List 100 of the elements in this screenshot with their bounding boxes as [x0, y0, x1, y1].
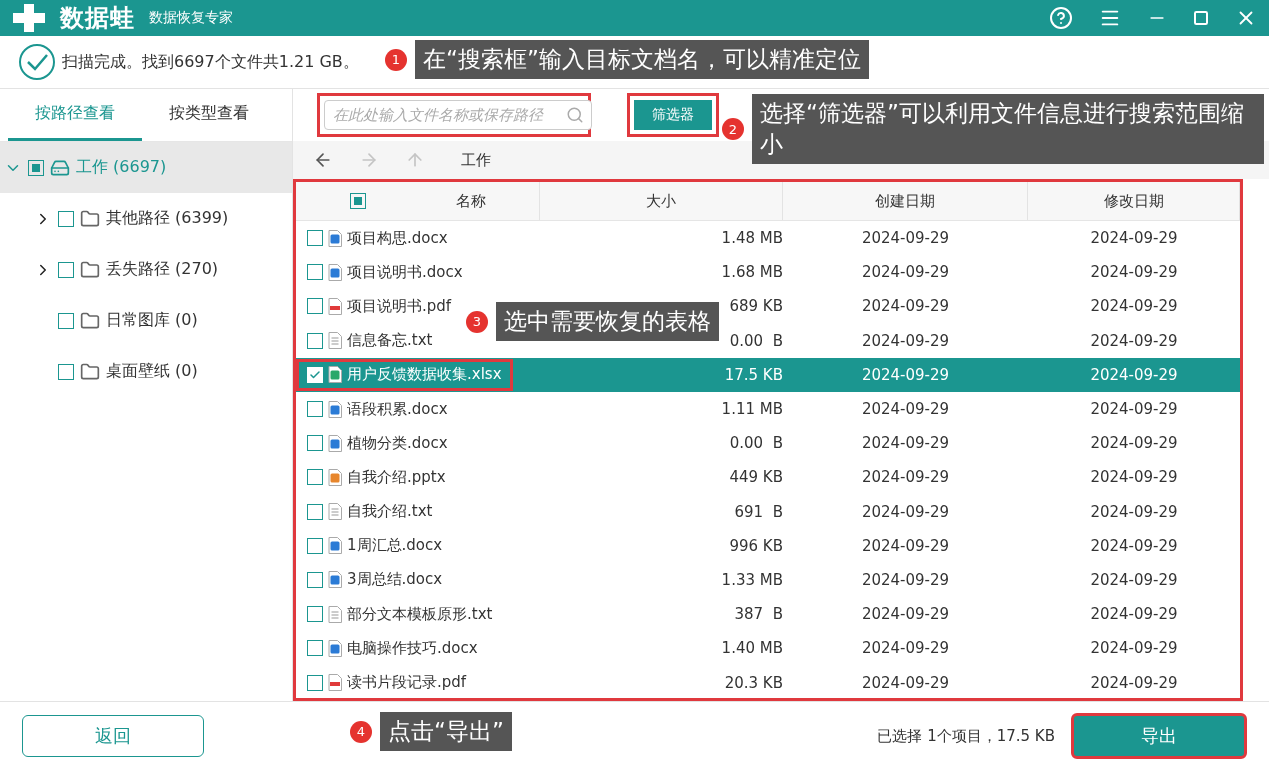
- created-date: 2024-09-29: [860, 605, 951, 624]
- step-number-badge: 2: [722, 118, 744, 141]
- back-button[interactable]: 返回: [22, 715, 204, 757]
- file-size: 0.00 B: [728, 331, 783, 350]
- file-size: 691 B: [733, 502, 783, 521]
- file-name: 读书片段记录.pdf: [347, 673, 467, 693]
- callout-text: 选择“筛选器”可以利用文件信息进行搜索范围缩小: [752, 94, 1264, 165]
- export-button[interactable]: 导出: [1071, 713, 1247, 759]
- modified-date: 2024-09-29: [1089, 400, 1179, 419]
- scan-status-text: 扫描完成。找到6697个文件共1.21 GB。: [62, 51, 359, 73]
- file-size: 17.5 KB: [723, 365, 783, 384]
- modified-date: 2024-09-29: [1089, 639, 1179, 658]
- pdf-file-icon: [328, 297, 342, 315]
- step-number-badge: 1: [385, 48, 407, 71]
- checkbox[interactable]: [349, 193, 366, 209]
- column-header[interactable]: 修改日期: [1028, 182, 1240, 220]
- folder-icon: [80, 259, 100, 280]
- modified-date: 2024-09-29: [1089, 502, 1179, 521]
- step-number-badge: 4: [350, 720, 372, 743]
- callout-text: 点击“导出”: [380, 712, 512, 752]
- checkbox[interactable]: [307, 571, 323, 588]
- created-date: 2024-09-29: [860, 570, 951, 589]
- file-size: 996 KB: [728, 536, 783, 555]
- checkbox[interactable]: [307, 674, 323, 691]
- view-tab[interactable]: 按类型查看: [142, 89, 276, 141]
- help-icon[interactable]: [1049, 6, 1073, 30]
- modified-date: 2024-09-29: [1089, 229, 1179, 248]
- checkbox[interactable]: [58, 363, 74, 380]
- created-date: 2024-09-29: [860, 331, 951, 350]
- checkbox[interactable]: [307, 469, 323, 486]
- file-size: 1.11 MB: [720, 400, 783, 419]
- word-file-icon: [328, 229, 342, 247]
- tree-item[interactable]: 桌面壁纸 (0): [0, 346, 292, 397]
- pdf-file-icon: [328, 674, 342, 692]
- file-size: 0.00 B: [728, 434, 783, 453]
- checkbox[interactable]: [307, 503, 323, 520]
- created-date: 2024-09-29: [860, 365, 951, 384]
- column-header[interactable]: 大小: [540, 182, 783, 220]
- file-name: 项目构思.docx: [347, 228, 448, 248]
- checkbox[interactable]: [28, 159, 44, 176]
- modified-date: 2024-09-29: [1089, 434, 1179, 453]
- checkbox[interactable]: [58, 261, 74, 278]
- callout-text: 在“搜索框”输入目标文档名，可以精准定位: [415, 40, 869, 80]
- checkbox[interactable]: [58, 312, 74, 329]
- file-name: 3周总结.docx: [347, 570, 443, 590]
- maximize-icon[interactable]: [1193, 10, 1209, 26]
- checkbox[interactable]: [307, 401, 323, 418]
- filter-button[interactable]: 筛选器: [634, 100, 712, 130]
- word-file-icon: [328, 639, 342, 657]
- modified-date: 2024-09-29: [1089, 331, 1179, 350]
- checkbox[interactable]: [307, 332, 323, 349]
- folder-icon: [80, 310, 100, 331]
- file-size: 1.40 MB: [720, 639, 783, 658]
- tree-item[interactable]: 丢失路径 (270): [0, 244, 292, 295]
- created-date: 2024-09-29: [860, 468, 951, 487]
- file-row[interactable]: 用户反馈数据收集.xlsx 17.5 KB 2024-09-29 2024-09-29: [296, 357, 1240, 392]
- checkbox[interactable]: [58, 210, 74, 227]
- checkbox[interactable]: [307, 537, 323, 554]
- checkbox[interactable]: [307, 606, 323, 623]
- column-header[interactable]: 名称: [296, 182, 540, 220]
- word-file-icon: [328, 263, 342, 281]
- word-file-icon: [328, 537, 342, 555]
- modified-date: 2024-09-29: [1089, 605, 1179, 624]
- app-name: 数据蛙: [60, 3, 135, 34]
- file-name: 自我介绍.pptx: [347, 467, 446, 487]
- created-date: 2024-09-29: [860, 536, 951, 555]
- file-name: 电脑操作技巧.docx: [347, 638, 478, 658]
- file-size: 1.68 MB: [720, 263, 783, 282]
- checkmark-icon: [309, 368, 321, 381]
- word-file-icon: [328, 571, 342, 589]
- created-date: 2024-09-29: [860, 502, 951, 521]
- callout-text: 选中需要恢复的表格: [496, 302, 719, 342]
- tree-item[interactable]: 日常图库 (0): [0, 295, 292, 346]
- word-file-icon: [328, 400, 342, 418]
- tree-label: 丢失路径 (270): [106, 259, 219, 280]
- modified-date: 2024-09-29: [1089, 673, 1179, 692]
- file-name: 自我介绍.txt: [347, 502, 433, 522]
- modified-date: 2024-09-29: [1089, 536, 1179, 555]
- file-size: 1.48 MB: [720, 229, 783, 248]
- slides-file-icon: [328, 468, 342, 486]
- app-subtitle: 数据恢复专家: [149, 9, 233, 27]
- created-date: 2024-09-29: [860, 263, 951, 282]
- checkbox[interactable]: [307, 640, 323, 657]
- logo-icon: [12, 3, 46, 33]
- search-field[interactable]: 在此处输入文件名称或保存路径: [324, 100, 592, 130]
- tree-label: 桌面壁纸 (0): [106, 361, 198, 382]
- created-date: 2024-09-29: [860, 229, 951, 248]
- checkbox[interactable]: [307, 230, 323, 247]
- file-name: 1周汇总.docx: [347, 536, 443, 556]
- checkbox[interactable]: [307, 435, 323, 452]
- file-size: 449 KB: [728, 468, 783, 487]
- text-file-icon: [328, 332, 342, 350]
- tree-item[interactable]: 其他路径 (6399): [0, 193, 292, 244]
- column-header[interactable]: 创建日期: [783, 182, 1028, 220]
- folder-icon: [80, 361, 100, 382]
- file-name: 语段积累.docx: [347, 399, 448, 419]
- modified-date: 2024-09-29: [1089, 468, 1179, 487]
- checkbox[interactable]: [307, 298, 323, 315]
- tree-label: 其他路径 (6399): [106, 208, 229, 229]
- checkbox[interactable]: [307, 264, 323, 281]
